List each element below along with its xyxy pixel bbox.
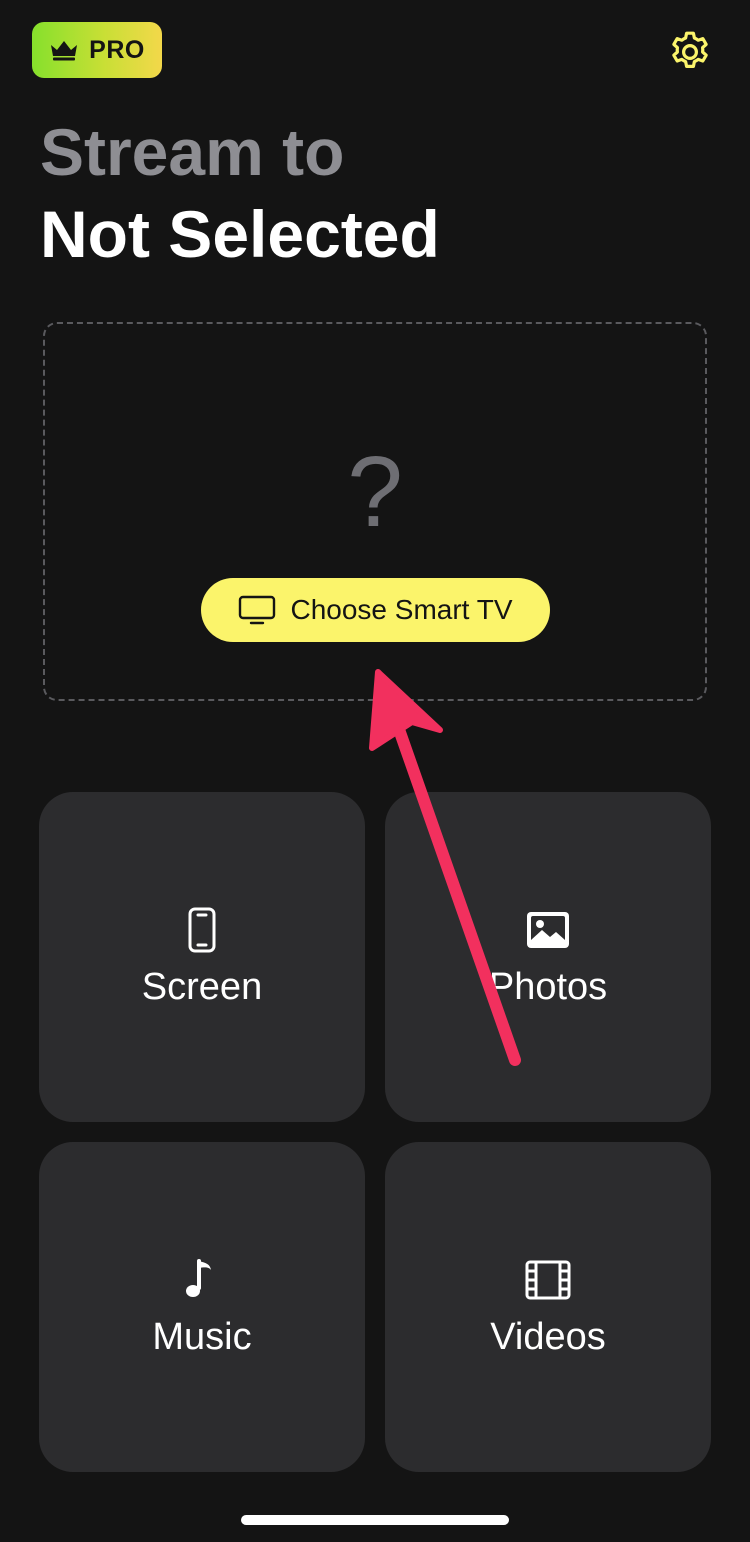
question-mark-placeholder: ? <box>347 436 403 548</box>
music-tile[interactable]: Music <box>39 1142 365 1472</box>
gear-icon <box>672 31 708 68</box>
photos-tile[interactable]: Photos <box>385 792 711 1122</box>
film-icon <box>525 1260 571 1300</box>
phone-icon <box>188 907 216 953</box>
music-note-icon <box>186 1259 211 1297</box>
choose-smart-tv-label: Choose Smart TV <box>290 594 513 625</box>
screen-tile-label: Screen <box>141 966 263 1008</box>
title-stream-to: Stream to <box>40 115 345 189</box>
photos-tile-label: Photos <box>488 966 608 1008</box>
pro-badge-button[interactable]: PRO <box>32 22 162 78</box>
videos-tile-label: Videos <box>490 1316 606 1358</box>
tv-icon <box>239 595 276 625</box>
pro-label: PRO <box>89 35 145 64</box>
settings-button[interactable] <box>664 26 716 78</box>
title-device-name: Not Selected <box>40 197 440 271</box>
videos-tile[interactable]: Videos <box>385 1142 711 1472</box>
screen-mirroring-tile[interactable]: Screen <box>39 792 365 1122</box>
home-indicator[interactable] <box>241 1515 509 1525</box>
device-placeholder-box: ? <box>43 322 707 701</box>
music-tile-label: Music <box>152 1316 252 1358</box>
crown-icon <box>51 41 78 61</box>
choose-smart-tv-button[interactable]: Choose Smart TV <box>201 578 550 642</box>
photo-icon <box>527 912 569 948</box>
